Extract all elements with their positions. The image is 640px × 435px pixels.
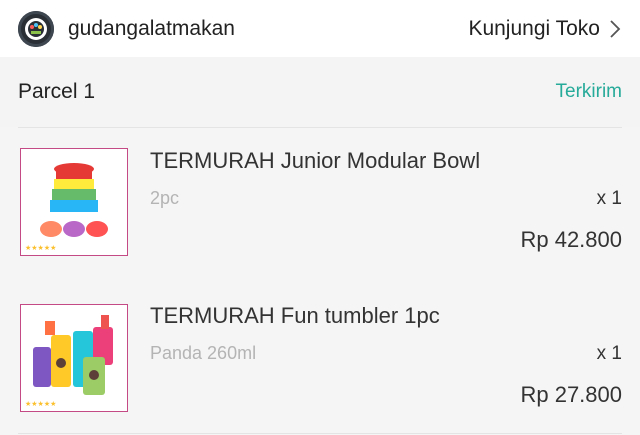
product-name[interactable]: TERMURAH Junior Modular Bowl	[150, 148, 480, 174]
product-price: Rp 42.800	[520, 227, 622, 252]
shop-logo-icon	[25, 17, 47, 40]
product-thumbnail[interactable]: ★★★★★	[20, 148, 128, 256]
product-variant: 2pc	[150, 188, 180, 208]
stacked-bowls-icon: ★★★★★	[21, 149, 127, 255]
product-variant: Panda 260ml	[150, 343, 257, 363]
parcel-title: Parcel 1	[18, 80, 96, 103]
product-thumbnail[interactable]: ★★★★★	[20, 304, 128, 412]
chevron-right-icon	[610, 19, 621, 38]
shop-name[interactable]: gudangalatmakan	[68, 17, 468, 41]
svg-text:★★★★★: ★★★★★	[25, 400, 56, 408]
product-price: Rp 27.800	[520, 382, 622, 407]
shop-header: gudangalatmakan Kunjungi Toko	[0, 0, 640, 57]
visit-shop-label: Kunjungi Toko	[468, 16, 600, 40]
parcel-status: Terkirim	[555, 81, 623, 102]
svg-text:★★★★★: ★★★★★	[25, 244, 56, 252]
parcel-row: Parcel 1 Terkirim	[0, 57, 640, 127]
shop-avatar[interactable]	[18, 10, 54, 47]
tumbler-cups-icon: ★★★★★	[21, 305, 127, 411]
product-quantity: x 1	[596, 188, 622, 209]
product-name[interactable]: TERMURAH Fun tumbler 1pc	[150, 303, 440, 329]
order-item[interactable]: ★★★★★ TERMURAH Junior Modular Bowl 2pc x…	[0, 128, 640, 278]
order-item[interactable]: ★★★★★ TERMURAH Fun tumbler 1pc Panda 260…	[0, 283, 640, 433]
product-quantity: x 1	[596, 343, 622, 364]
visit-shop-button[interactable]: Kunjungi Toko	[468, 17, 622, 41]
divider	[18, 433, 622, 434]
